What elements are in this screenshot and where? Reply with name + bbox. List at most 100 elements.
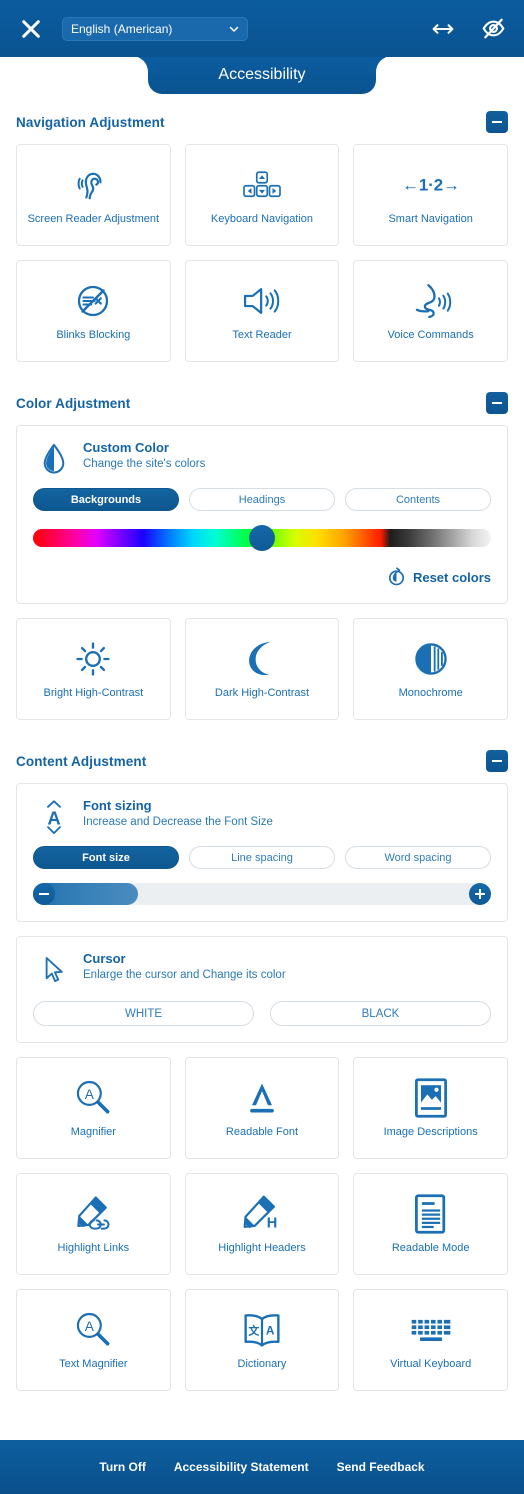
- font-sizing-subtitle: Increase and Decrease the Font Size: [83, 816, 273, 829]
- resize-button[interactable]: [430, 16, 456, 42]
- content-card-grid-1: A Magnifier Readable Font Image Descript…: [16, 1057, 508, 1391]
- card-label: Screen Reader Adjustment: [27, 213, 160, 226]
- pill-line-spacing[interactable]: Line spacing: [189, 846, 335, 869]
- footer-link-send-feedback[interactable]: Send Feedback: [337, 1460, 425, 1474]
- magnifier-a-icon: A: [72, 1308, 114, 1352]
- font-sizing-pills: Font size Line spacing Word spacing: [33, 846, 491, 869]
- close-button[interactable]: [16, 14, 46, 44]
- cursor-panel: Cursor Enlarge the cursor and Change its…: [16, 936, 508, 1043]
- font-sizing-text: Font sizing Increase and Decrease the Fo…: [83, 798, 273, 831]
- widget-topbar: English (American): [0, 0, 524, 57]
- card-label: Monochrome: [398, 687, 463, 700]
- svg-text:A: A: [85, 1319, 95, 1334]
- card-readable-mode[interactable]: Readable Mode: [353, 1173, 508, 1275]
- card-screen-reader-adjustment[interactable]: Screen Reader Adjustment: [16, 144, 171, 246]
- increase-font-size-button[interactable]: [469, 883, 491, 905]
- tab-accessibility[interactable]: Accessibility: [148, 56, 376, 94]
- svg-text:A: A: [85, 1087, 95, 1102]
- eye-slash-icon: [482, 18, 504, 39]
- font-sizing-panel: A Font sizing Increase and Decrease the …: [16, 783, 508, 922]
- section-header-color: Color Adjustment: [16, 376, 508, 425]
- font-sizing-title: Font sizing: [83, 798, 152, 813]
- cursor-white-button[interactable]: WHITE: [33, 1001, 254, 1026]
- card-keyboard-navigation[interactable]: Keyboard Navigation: [184, 144, 340, 246]
- card-label: Bright High-Contrast: [43, 687, 144, 700]
- color-slider-handle[interactable]: [249, 525, 275, 551]
- card-image-descriptions[interactable]: Image Descriptions: [353, 1057, 508, 1159]
- reset-contrast-icon: [387, 567, 406, 587]
- card-text-magnifier[interactable]: A Text Magnifier: [16, 1289, 171, 1391]
- card-bright-high-contrast[interactable]: Bright High-Contrast: [16, 618, 171, 720]
- decrease-font-size-button[interactable]: [33, 883, 55, 905]
- card-dark-high-contrast[interactable]: Dark High-Contrast: [184, 618, 340, 720]
- hide-button[interactable]: [480, 16, 506, 42]
- pill-backgrounds[interactable]: Backgrounds: [33, 488, 179, 511]
- section-title-content: Content Adjustment: [16, 753, 147, 769]
- cursor-text: Cursor Enlarge the cursor and Change its…: [83, 951, 286, 984]
- reset-colors-button[interactable]: Reset colors: [33, 567, 491, 587]
- dictionary-book-icon: 文 A: [241, 1308, 283, 1352]
- collapse-navigation-button[interactable]: [486, 111, 508, 133]
- custom-color-text: Custom Color Change the site's colors: [83, 440, 205, 473]
- card-voice-commands[interactable]: Voice Commands: [353, 260, 508, 362]
- readable-font-icon: [241, 1076, 283, 1120]
- cursor-black-button[interactable]: BLACK: [270, 1001, 491, 1026]
- pill-contents[interactable]: Contents: [345, 488, 491, 511]
- custom-color-pills: Backgrounds Headings Contents: [33, 488, 491, 511]
- speaker-icon: [240, 279, 284, 323]
- collapse-content-button[interactable]: [486, 750, 508, 772]
- card-label: Virtual Keyboard: [390, 1358, 472, 1371]
- tab-accessibility-label: Accessibility: [218, 66, 306, 83]
- topbar-actions: [430, 16, 506, 42]
- chevron-down-icon: [228, 23, 240, 35]
- language-select[interactable]: English (American): [62, 16, 248, 41]
- card-text-reader[interactable]: Text Reader: [184, 260, 340, 362]
- highlight-links-icon: [71, 1192, 115, 1236]
- font-size-arrows-icon: A: [37, 798, 71, 836]
- svg-text:A: A: [266, 1324, 275, 1338]
- color-slider[interactable]: [33, 525, 491, 551]
- voice-commands-icon: [409, 279, 453, 323]
- card-label: Smart Navigation: [388, 213, 473, 226]
- minus-icon: [492, 760, 502, 762]
- card-magnifier[interactable]: A Magnifier: [16, 1057, 171, 1159]
- card-readable-font[interactable]: Readable Font: [184, 1057, 340, 1159]
- svg-text:A: A: [47, 807, 60, 828]
- svg-text:文: 文: [248, 1324, 259, 1338]
- navigation-card-grid: Screen Reader Adjustment Keyboard Naviga…: [16, 144, 508, 362]
- cursor-title: Cursor: [83, 951, 126, 966]
- collapse-color-button[interactable]: [486, 392, 508, 414]
- card-label: Readable Font: [225, 1126, 299, 1139]
- card-label: Blinks Blocking: [56, 329, 131, 342]
- card-highlight-links[interactable]: Highlight Links: [16, 1173, 171, 1275]
- widget-body: Navigation Adjustment Screen Reader Adju…: [0, 95, 524, 1440]
- card-label: Voice Commands: [387, 329, 474, 342]
- image-descriptions-icon: [412, 1076, 450, 1120]
- card-label: Highlight Links: [57, 1242, 130, 1255]
- reset-colors-label: Reset colors: [412, 569, 491, 585]
- pill-font-size[interactable]: Font size: [33, 846, 179, 869]
- arrow-keys-icon: [241, 163, 283, 207]
- highlight-headers-icon: H: [240, 1192, 284, 1236]
- card-highlight-headers[interactable]: H Highlight Headers: [184, 1173, 340, 1275]
- card-label: Text Magnifier: [59, 1358, 128, 1371]
- droplet-contrast-icon: [37, 440, 71, 478]
- footer-link-accessibility-statement[interactable]: Accessibility Statement: [174, 1460, 309, 1474]
- pill-headings[interactable]: Headings: [189, 488, 335, 511]
- card-smart-navigation[interactable]: ←1·2→ Smart Navigation: [353, 144, 508, 246]
- magnifier-a-icon: A: [72, 1076, 114, 1120]
- custom-color-header: Custom Color Change the site's colors: [33, 440, 491, 478]
- readable-mode-icon: [413, 1192, 449, 1236]
- card-label: Keyboard Navigation: [210, 213, 314, 226]
- card-blinks-blocking[interactable]: Blinks Blocking: [16, 260, 171, 362]
- footer-link-turn-off[interactable]: Turn Off: [99, 1460, 145, 1474]
- card-label: Readable Mode: [391, 1242, 470, 1255]
- card-virtual-keyboard[interactable]: Virtual Keyboard: [353, 1289, 508, 1391]
- custom-color-panel: Custom Color Change the site's colors Ba…: [16, 425, 508, 604]
- font-size-slider[interactable]: [33, 883, 491, 905]
- moon-icon: [242, 637, 282, 681]
- card-dictionary[interactable]: 文 A Dictionary: [184, 1289, 340, 1391]
- monochrome-circle-icon: [411, 637, 451, 681]
- card-monochrome[interactable]: Monochrome: [353, 618, 508, 720]
- pill-word-spacing[interactable]: Word spacing: [345, 846, 491, 869]
